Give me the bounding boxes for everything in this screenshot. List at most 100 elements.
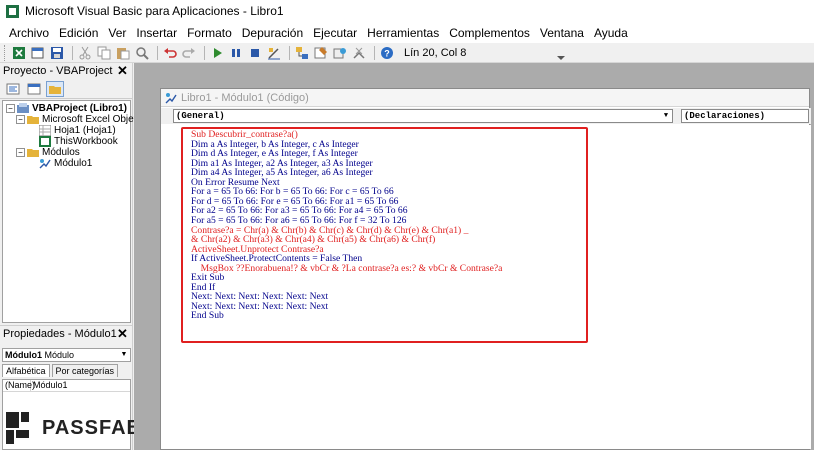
tree-label: VBAProject (Libro1) <box>32 103 128 114</box>
code-line[interactable]: Sub Descubrir_contrase?a() <box>191 130 298 140</box>
chevron-down-icon[interactable]: ▼ <box>119 350 129 360</box>
insert-userform-icon[interactable] <box>30 45 46 61</box>
code-line[interactable]: MsgBox ??Enorabuena!? & vbCr & ?La contr… <box>191 263 503 273</box>
mdi-workspace: Libro1 - Módulo1 (Código) (General) ▼ (D… <box>134 63 814 450</box>
tree-label: Microsoft Excel Objetos <box>42 114 148 125</box>
tree-node-vbaproject[interactable]: − VBAProject (Libro1) <box>6 103 127 114</box>
standard-toolbar: ? Lín 20, Col 8 <box>0 43 814 63</box>
reset-icon[interactable] <box>247 45 263 61</box>
workbook-icon <box>39 136 51 147</box>
save-icon[interactable] <box>49 45 65 61</box>
brand-name: PASSFAB <box>42 416 142 439</box>
run-icon[interactable] <box>209 45 225 61</box>
procedure-combo-value: (Declaraciones) <box>684 111 766 121</box>
title-bar: Microsoft Visual Basic para Aplicaciones… <box>0 0 814 22</box>
toolbar-separator <box>157 45 158 60</box>
tab-por-categorias[interactable]: Por categorías <box>51 364 119 377</box>
collapse-icon[interactable]: − <box>6 104 15 113</box>
object-combo[interactable]: (General) ▼ <box>173 109 673 123</box>
tree-label: ThisWorkbook <box>54 136 118 147</box>
module-icon <box>165 92 177 103</box>
menu-item-complementos[interactable]: Complementos <box>444 26 535 40</box>
view-object-icon[interactable] <box>25 81 43 97</box>
code-line[interactable]: Dim d As Integer, e As Integer, f As Int… <box>191 149 358 159</box>
project-pane-toolbar <box>0 79 132 99</box>
toolbar-grip[interactable] <box>4 44 7 61</box>
code-window-title-bar: Libro1 - Módulo1 (Código) <box>161 89 809 107</box>
menu-bar: Archivo Edición Ver Insertar Formato Depuraci… <box>0 22 814 43</box>
toolbar-options-chevron-icon[interactable] <box>556 55 566 61</box>
tree-label: Módulo1 <box>54 158 93 169</box>
close-icon[interactable]: ✕ <box>117 64 129 77</box>
toolbox-icon[interactable] <box>351 45 367 61</box>
chevron-down-icon[interactable]: ▼ <box>661 111 671 121</box>
properties-window-icon[interactable] <box>313 45 329 61</box>
object-combo-value: (General) <box>176 111 225 121</box>
break-icon[interactable] <box>228 45 244 61</box>
paste-icon[interactable] <box>115 45 131 61</box>
tree-node-thisworkbook[interactable]: ThisWorkbook <box>39 136 118 147</box>
toolbar-separator <box>289 45 290 60</box>
object-selector[interactable]: Módulo1 Módulo ▼ <box>2 348 131 362</box>
excel-view-icon[interactable] <box>11 45 27 61</box>
vbaproject-icon <box>17 103 29 113</box>
project-pane-title: Proyecto - VBAProject <box>3 65 113 77</box>
menu-item-ejecutar[interactable]: Ejecutar <box>308 26 362 40</box>
code-editor[interactable]: Sub Descubrir_contrase?a() Dim a As Integ… <box>161 125 811 449</box>
tree-node-excel-objects[interactable]: − Microsoft Excel Objetos <box>16 114 147 125</box>
toolbar-separator <box>374 45 375 60</box>
find-icon[interactable] <box>134 45 150 61</box>
code-line[interactable]: & Chr(a2) & Chr(a3) & Chr(a4) & Chr(a5) … <box>191 235 435 245</box>
menu-item-insertar[interactable]: Insertar <box>131 26 182 40</box>
code-line[interactable]: For a = 65 To 66: For b = 65 To 66: For … <box>191 187 394 197</box>
code-line[interactable]: Exit Sub <box>191 273 224 283</box>
menu-item-depuracion[interactable]: Depuración <box>237 26 308 40</box>
worksheet-icon <box>39 125 51 136</box>
object-type: Módulo <box>44 350 75 360</box>
cursor-position: Lín 20, Col 8 <box>404 46 467 59</box>
view-code-icon[interactable] <box>4 81 22 97</box>
procedure-combo[interactable]: (Declaraciones) <box>681 109 809 123</box>
passfab-logo-icon <box>6 412 29 444</box>
code-line[interactable]: Next: Next: Next: Next: Next: Next <box>191 292 328 302</box>
tab-alfabetica[interactable]: Alfabética <box>2 364 50 377</box>
toolbar-separator <box>72 45 73 60</box>
code-window-title: Libro1 - Módulo1 (Código) <box>181 91 309 104</box>
code-line[interactable]: For a5 = 65 To 66: For a6 = 65 To 66: Fo… <box>191 216 406 226</box>
cut-icon[interactable] <box>77 45 93 61</box>
property-key: (Name) <box>5 380 36 391</box>
toggle-folders-icon[interactable] <box>46 80 64 97</box>
module-icon <box>39 159 51 169</box>
menu-item-archivo[interactable]: Archivo <box>4 26 54 40</box>
project-pane-header: Proyecto - VBAProject ✕ <box>0 63 132 79</box>
menu-item-edicion[interactable]: Edición <box>54 26 103 40</box>
collapse-icon[interactable]: − <box>16 115 25 124</box>
project-explorer-icon[interactable] <box>294 45 310 61</box>
redo-icon[interactable] <box>181 45 197 61</box>
svg-text:?: ? <box>384 48 390 58</box>
window-title: Microsoft Visual Basic para Aplicaciones… <box>25 4 284 18</box>
property-value[interactable]: Módulo1 <box>31 380 68 391</box>
help-icon[interactable]: ? <box>379 45 395 61</box>
copy-icon[interactable] <box>96 45 112 61</box>
object-browser-icon[interactable] <box>332 45 348 61</box>
menu-item-herramientas[interactable]: Herramientas <box>362 26 444 40</box>
properties-pane-header: Propiedades - Módulo1 ✕ <box>0 326 132 342</box>
undo-icon[interactable] <box>162 45 178 61</box>
code-line[interactable]: End Sub <box>191 311 224 321</box>
menu-item-ventana[interactable]: Ventana <box>535 26 589 40</box>
code-line[interactable]: Dim a4 As Integer, a5 As Integer, a6 As … <box>191 168 373 178</box>
code-line[interactable]: If ActiveSheet.ProtectContents = False T… <box>191 254 362 264</box>
close-icon[interactable]: ✕ <box>117 327 129 340</box>
property-row[interactable]: (Name) Módulo1 <box>3 380 130 392</box>
collapse-icon[interactable]: − <box>16 148 25 157</box>
design-mode-icon[interactable] <box>266 45 282 61</box>
folder-icon <box>27 149 39 157</box>
menu-item-formato[interactable]: Formato <box>182 26 237 40</box>
menu-item-ayuda[interactable]: Ayuda <box>589 26 633 40</box>
tree-node-hoja1[interactable]: Hoja1 (Hoja1) <box>39 125 116 136</box>
tree-node-modulos[interactable]: − Módulos <box>16 147 80 158</box>
tree-node-modulo1[interactable]: Módulo1 <box>39 158 92 169</box>
properties-tabs: Alfabética Por categorías <box>2 364 120 377</box>
menu-item-ver[interactable]: Ver <box>103 26 131 40</box>
